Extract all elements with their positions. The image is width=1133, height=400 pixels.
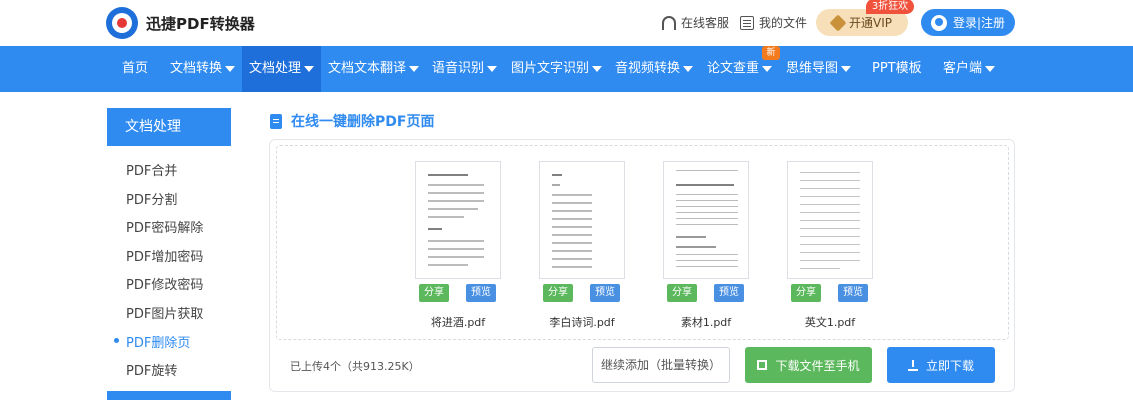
nav-label: 音视频转换 bbox=[615, 61, 681, 76]
file-drop-area[interactable]: 分享 预览 将进酒.pdf 分享 预览 李白诗词.pdf 分享 预览 素材1.p… bbox=[276, 145, 1009, 340]
download-to-phone-label: 下载文件至手机 bbox=[775, 358, 860, 373]
online-service-link[interactable]: 在线客服 bbox=[662, 14, 729, 31]
caret-down-icon bbox=[841, 65, 852, 72]
online-service-label: 在线客服 bbox=[681, 16, 730, 30]
document-icon bbox=[270, 113, 282, 129]
headset-icon bbox=[662, 15, 676, 30]
sidebar-item-pdf-split[interactable]: PDF分割 bbox=[126, 189, 177, 208]
logo[interactable]: 迅捷PDF转换器 bbox=[106, 7, 255, 39]
share-button[interactable]: 分享 bbox=[791, 284, 821, 302]
nav-item-home[interactable]: 首页 bbox=[122, 46, 148, 92]
file-card: 分享 预览 将进酒.pdf bbox=[415, 161, 501, 329]
sidebar-title: 文档处理 bbox=[107, 108, 231, 146]
user-icon bbox=[930, 14, 947, 31]
new-badge: 新 bbox=[762, 46, 780, 60]
file-thumbnail[interactable] bbox=[663, 161, 749, 279]
preview-button[interactable]: 预览 bbox=[590, 284, 620, 302]
preview-button[interactable]: 预览 bbox=[838, 284, 868, 302]
nav-label: 首页 bbox=[122, 61, 149, 76]
logo-icon bbox=[106, 7, 138, 39]
caret-down-icon bbox=[683, 65, 694, 72]
nav-item-doc-translate[interactable]: 文档文本翻译 bbox=[328, 46, 420, 92]
file-card: 分享 预览 李白诗词.pdf bbox=[539, 161, 625, 329]
nav-label: 文档转换 bbox=[170, 61, 223, 76]
sidebar-item-pdf-change-password[interactable]: PDF修改密码 bbox=[126, 274, 203, 293]
caret-down-icon bbox=[762, 65, 773, 72]
share-button[interactable]: 分享 bbox=[543, 284, 573, 302]
caret-down-icon bbox=[225, 65, 236, 72]
caret-down-icon bbox=[592, 65, 603, 72]
caret-down-icon bbox=[487, 65, 498, 72]
nav-item-image-ocr[interactable]: 图片文字识别 bbox=[511, 46, 603, 92]
file-name: 将进酒.pdf bbox=[430, 316, 486, 329]
upload-panel: 分享 预览 将进酒.pdf 分享 预览 李白诗词.pdf 分享 预览 素材1.p… bbox=[269, 139, 1015, 392]
file-thumbnail[interactable] bbox=[415, 161, 501, 279]
file-card: 分享 预览 英文1.pdf bbox=[787, 161, 873, 329]
file-name: 英文1.pdf bbox=[804, 316, 856, 329]
preview-button[interactable]: 预览 bbox=[466, 284, 496, 302]
share-button[interactable]: 分享 bbox=[419, 284, 449, 302]
sidebar: 文档处理 PDF合并 PDF分割 PDF密码解除 PDF增加密码 PDF修改密码… bbox=[107, 108, 231, 400]
qrcode-icon bbox=[757, 360, 768, 370]
caret-down-icon bbox=[409, 65, 420, 72]
sidebar-item-pdf-merge[interactable]: PDF合并 bbox=[126, 160, 177, 179]
download-icon bbox=[907, 359, 918, 371]
nav-item-speech-recognition[interactable]: 语音识别 bbox=[432, 46, 498, 92]
vip-discount-badge: 3折狂欢 bbox=[866, 0, 914, 14]
nav-item-mind-map[interactable]: 思维导图 bbox=[786, 46, 852, 92]
page-title: 在线一键删除PDF页面 bbox=[270, 111, 434, 131]
nav-label: 思维导图 bbox=[786, 61, 839, 76]
caret-down-icon bbox=[304, 65, 315, 72]
nav-label: 文档处理 bbox=[249, 61, 302, 76]
nav-item-ppt-template[interactable]: PPT模板 bbox=[872, 46, 922, 92]
nav-label: 图片文字识别 bbox=[511, 61, 590, 76]
nav-item-doc-convert[interactable]: 文档转换 bbox=[170, 46, 236, 92]
file-name: 李白诗词.pdf bbox=[549, 316, 615, 329]
file-name: 素材1.pdf bbox=[680, 316, 732, 329]
caret-down-icon bbox=[985, 65, 996, 72]
nav-label: 语音识别 bbox=[432, 61, 485, 76]
nav-label: 文档文本翻译 bbox=[328, 61, 407, 76]
sidebar-item-pdf-add-password[interactable]: PDF增加密码 bbox=[126, 246, 203, 265]
share-button[interactable]: 分享 bbox=[667, 284, 697, 302]
continue-add-button[interactable]: 继续添加（批量转换） bbox=[592, 347, 730, 383]
login-register-button[interactable]: 登录|注册 bbox=[921, 9, 1015, 36]
login-label: 登录|注册 bbox=[952, 16, 1006, 30]
diamond-icon bbox=[829, 14, 847, 31]
page-title-text: 在线一键删除PDF页面 bbox=[291, 114, 435, 130]
sidebar-next-section bbox=[107, 391, 231, 400]
document-icon bbox=[740, 15, 754, 30]
sidebar-item-pdf-image-extract[interactable]: PDF图片获取 bbox=[126, 303, 203, 322]
download-to-phone-button[interactable]: 下载文件至手机 bbox=[745, 347, 872, 383]
file-card: 分享 预览 素材1.pdf bbox=[663, 161, 749, 329]
download-now-label: 立即下载 bbox=[925, 358, 974, 373]
nav-label: PPT模板 bbox=[872, 61, 922, 76]
main-nav: 首页 文档转换 文档处理 文档文本翻译 语音识别 图片文字识别 音视频转换 论文… bbox=[0, 46, 1133, 92]
sidebar-item-pdf-delete-page[interactable]: PDF删除页 bbox=[113, 332, 190, 351]
nav-label: 客户端 bbox=[943, 61, 983, 76]
sidebar-item-pdf-decrypt[interactable]: PDF密码解除 bbox=[126, 217, 203, 236]
vip-label: 开通VIP bbox=[849, 16, 892, 30]
my-files-label: 我的文件 bbox=[759, 16, 808, 30]
upload-count: 已上传4个（共913.25K） bbox=[290, 360, 420, 373]
preview-button[interactable]: 预览 bbox=[714, 284, 744, 302]
nav-item-av-convert[interactable]: 音视频转换 bbox=[615, 46, 694, 92]
logo-text: 迅捷PDF转换器 bbox=[146, 14, 255, 33]
sidebar-item-pdf-rotate[interactable]: PDF旋转 bbox=[126, 360, 177, 379]
nav-label: 论文查重 bbox=[707, 61, 760, 76]
top-header: 迅捷PDF转换器 在线客服 我的文件 开通VIP 3折狂欢 登录|注册 bbox=[0, 0, 1133, 46]
download-now-button[interactable]: 立即下载 bbox=[887, 347, 995, 383]
nav-item-client[interactable]: 客户端 bbox=[943, 46, 996, 92]
nav-item-doc-process[interactable]: 文档处理 bbox=[242, 46, 322, 92]
file-thumbnail[interactable] bbox=[787, 161, 873, 279]
file-thumbnail[interactable] bbox=[539, 161, 625, 279]
my-files-link[interactable]: 我的文件 bbox=[740, 14, 807, 31]
